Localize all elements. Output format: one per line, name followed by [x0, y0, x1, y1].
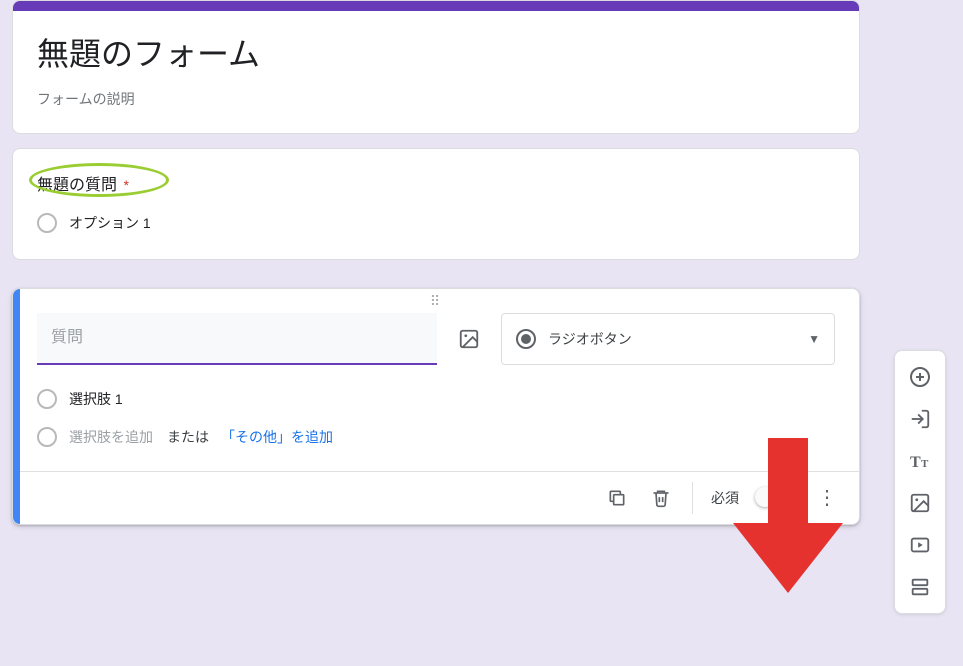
question-type-select[interactable]: ラジオボタン ▼: [501, 313, 835, 365]
form-header-card: 無題のフォーム フォームの説明: [12, 0, 860, 134]
required-asterisk: *: [123, 177, 128, 193]
or-text: または: [167, 427, 209, 447]
divider: [692, 482, 693, 514]
option-row: オプション 1: [37, 213, 835, 233]
choice-label[interactable]: 選択肢 1: [69, 389, 123, 409]
form-title[interactable]: 無題のフォーム: [37, 29, 835, 75]
delete-button[interactable]: [648, 485, 674, 511]
add-video-button[interactable]: [900, 525, 940, 565]
image-icon: [458, 328, 480, 350]
question-footer: 必須 ⋮: [13, 472, 859, 524]
image-icon: [909, 492, 931, 514]
radio-icon: [37, 213, 57, 233]
question-title-input[interactable]: [37, 313, 437, 365]
video-icon: [909, 534, 931, 556]
required-toggle[interactable]: [757, 490, 795, 506]
radio-icon: [37, 427, 57, 447]
svg-text:T: T: [910, 454, 921, 471]
plus-circle-icon: [908, 365, 932, 389]
form-description[interactable]: フォームの説明: [37, 89, 835, 109]
trash-icon: [651, 487, 671, 509]
svg-text:T: T: [921, 458, 929, 470]
section-icon: [909, 576, 931, 598]
radio-icon: [516, 329, 536, 349]
question-type-label: ラジオボタン: [548, 329, 796, 349]
add-other-button[interactable]: 「その他」を追加: [221, 427, 333, 447]
required-label: 必須: [711, 488, 739, 508]
import-questions-button[interactable]: [900, 399, 940, 439]
question-title: 無題の質問: [37, 177, 117, 194]
option-label: オプション 1: [69, 213, 151, 233]
radio-icon: [37, 389, 57, 409]
title-icon: T T: [908, 449, 932, 473]
drag-handle-icon[interactable]: ⠿: [13, 289, 859, 309]
question-card-editing: ⠿ ラジオボタン ▼ 選択肢 1: [12, 288, 860, 525]
duplicate-button[interactable]: [604, 485, 630, 511]
add-image-button[interactable]: [455, 325, 483, 353]
add-title-button[interactable]: T T: [900, 441, 940, 481]
chevron-down-icon: ▼: [808, 332, 820, 346]
copy-icon: [607, 488, 627, 508]
more-options-button[interactable]: ⋮: [813, 488, 841, 508]
add-section-button[interactable]: [900, 567, 940, 607]
choice-row[interactable]: 選択肢 1: [37, 389, 835, 409]
import-icon: [909, 408, 931, 430]
add-question-button[interactable]: [900, 357, 940, 397]
add-choice-row: 選択肢を追加 または 「その他」を追加: [37, 427, 835, 447]
floating-toolbar: T T: [894, 350, 946, 614]
question-card-preview[interactable]: 無題の質問 * オプション 1: [12, 148, 860, 260]
add-image-button[interactable]: [900, 483, 940, 523]
add-choice-button[interactable]: 選択肢を追加: [69, 427, 153, 447]
